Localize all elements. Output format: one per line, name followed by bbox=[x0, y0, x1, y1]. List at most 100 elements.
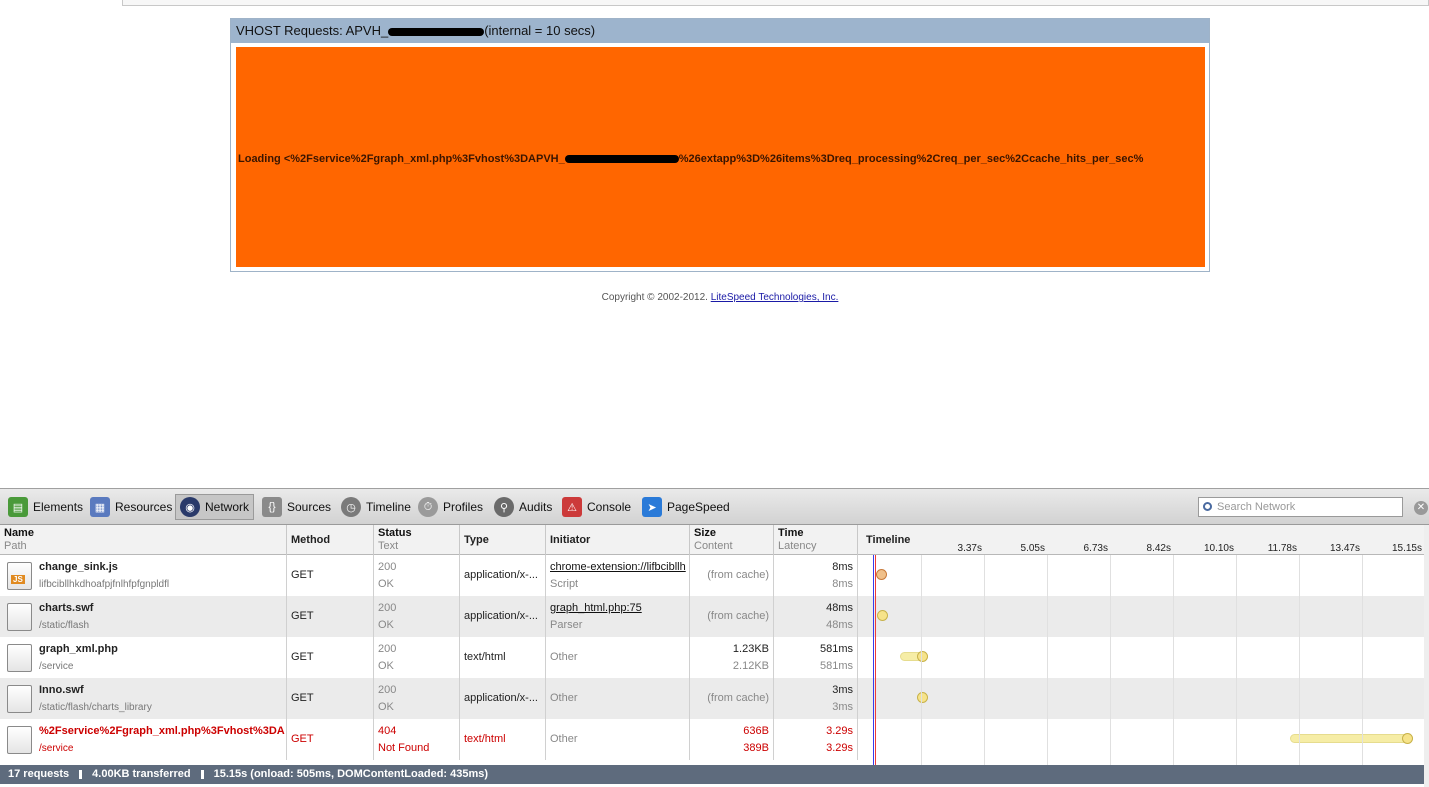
status-code: 200 bbox=[378, 643, 397, 655]
timeline-tick-label: 8.42s bbox=[1146, 543, 1171, 554]
onload-line bbox=[875, 555, 876, 765]
size-cell: 636B 389B bbox=[690, 719, 774, 760]
redaction-mark bbox=[564, 155, 679, 164]
console-icon: ⚠ bbox=[562, 497, 582, 517]
method-cell: GET bbox=[287, 596, 374, 637]
column-method[interactable]: Method bbox=[287, 525, 374, 555]
timeline-tick-label: 11.78s bbox=[1267, 543, 1297, 554]
table-row[interactable]: graph_xml.php/service GET 200 OK text/html Ot… bbox=[0, 637, 1424, 678]
table-row[interactable]: change_sink.js lifbcibllhkdhoafpjfnlhfpfg… bbox=[0, 555, 1424, 596]
size-cell: (from cache) bbox=[690, 678, 774, 719]
initiator-cell: Other bbox=[546, 678, 690, 719]
clear-search-icon[interactable]: ✕ bbox=[1414, 501, 1428, 515]
name-cell[interactable]: Inno.swf/static/flash/charts_library bbox=[0, 678, 287, 719]
header-path: Path bbox=[4, 540, 27, 552]
status-text: OK bbox=[378, 660, 394, 672]
tab-profiles[interactable]: ⏱ Profiles bbox=[414, 494, 487, 520]
initiator-link[interactable]: graph_html.php:75 bbox=[550, 600, 685, 617]
tab-network[interactable]: ◉ Network bbox=[175, 494, 255, 520]
litespeed-link[interactable]: LiteSpeed Technologies, Inc. bbox=[711, 292, 839, 303]
search-placeholder: Search Network bbox=[1217, 501, 1296, 513]
vhost-title-suffix: (internal = 10 secs) bbox=[484, 23, 596, 38]
status-cell: 200 OK bbox=[374, 637, 460, 678]
header-time: Time bbox=[778, 527, 804, 539]
size-value: 636B bbox=[743, 725, 769, 737]
tab-pagespeed[interactable]: ➤ PageSpeed bbox=[638, 494, 734, 520]
latency-value: 581ms bbox=[819, 660, 853, 672]
elements-icon: ▤ bbox=[8, 497, 28, 517]
status-cell: 200 OK bbox=[374, 596, 460, 637]
header-timeline: Timeline bbox=[866, 534, 911, 546]
tab-label: Profiles bbox=[443, 500, 484, 514]
header-type: Type bbox=[464, 534, 489, 546]
header-name: Name bbox=[4, 527, 34, 539]
resource-path: /static/flash/charts_library bbox=[39, 702, 152, 713]
resource-name[interactable]: Inno.swf bbox=[39, 682, 84, 699]
method-cell: GET bbox=[287, 555, 374, 596]
graph-loading-area: Loading <%2Fservice%2Fgraph_xml.php%3Fvh… bbox=[236, 47, 1205, 267]
initiator-link[interactable]: chrome-extension://lifbcibllh bbox=[550, 559, 686, 576]
timeline-gridline bbox=[984, 555, 985, 765]
column-name[interactable]: Name Path bbox=[0, 525, 287, 555]
size-cell: (from cache) bbox=[690, 596, 774, 637]
header-status: Status bbox=[378, 527, 412, 539]
column-type[interactable]: Type bbox=[460, 525, 546, 555]
network-icon: ◉ bbox=[180, 497, 200, 517]
devtools-toolbar: ▤ Elements ▦ Resources ◉ Network {} Sour… bbox=[0, 489, 1429, 525]
table-row[interactable]: %2Fservice%2Fgraph_xml.php%3Fvhost%3DA/s… bbox=[0, 719, 1424, 760]
timeline-gridline bbox=[1047, 555, 1048, 765]
tab-audits[interactable]: ⚲ Audits bbox=[490, 494, 556, 520]
status-code: 200 bbox=[378, 602, 397, 614]
tab-label: PageSpeed bbox=[667, 500, 730, 514]
search-network-input[interactable]: Search Network bbox=[1198, 497, 1403, 517]
status-cell: 404 Not Found bbox=[374, 719, 460, 760]
name-cell[interactable]: change_sink.js lifbcibllhkdhoafpjfnlhfpfg… bbox=[0, 555, 287, 596]
status-code: 200 bbox=[378, 561, 397, 573]
resource-name[interactable]: change_sink.js bbox=[39, 559, 118, 576]
devtools-panel: ▤ Elements ▦ Resources ◉ Network {} Sour… bbox=[0, 488, 1429, 787]
tab-console[interactable]: ⚠ Console bbox=[558, 494, 635, 520]
tab-timeline[interactable]: ◷ Timeline bbox=[337, 494, 415, 520]
tab-resources[interactable]: ▦ Resources bbox=[86, 494, 176, 520]
timeline-bar-end bbox=[876, 569, 887, 580]
file-icon bbox=[7, 603, 32, 631]
file-icon bbox=[7, 644, 32, 672]
column-initiator[interactable]: Initiator bbox=[546, 525, 690, 555]
initiator-cell: Other bbox=[546, 637, 690, 678]
transferred-size: 4.00KB transferred bbox=[92, 768, 191, 780]
time-cell: 3.29s 3.29s bbox=[774, 719, 858, 760]
tab-elements[interactable]: ▤ Elements bbox=[4, 494, 87, 520]
table-row[interactable]: Inno.swf/static/flash/charts_library GET 2… bbox=[0, 678, 1424, 719]
timeline-tick-label: 13.47s bbox=[1329, 543, 1360, 554]
copyright-text: Copyright © 2002-2012. bbox=[601, 292, 708, 303]
timeline-tick-label: 5.05s bbox=[1020, 543, 1045, 554]
size-cell: (from cache) bbox=[690, 555, 774, 596]
name-cell[interactable]: %2Fservice%2Fgraph_xml.php%3Fvhost%3DA/s… bbox=[0, 719, 287, 760]
tab-label: Audits bbox=[519, 500, 553, 514]
timeline-bar-end bbox=[1402, 733, 1413, 744]
table-row[interactable]: charts.swf/static/flash GET 200 OK applicati… bbox=[0, 596, 1424, 637]
status-text: OK bbox=[378, 619, 394, 631]
tab-sources[interactable]: {} Sources bbox=[258, 494, 335, 520]
loading-prefix: Loading <%2Fservice%2Fgraph_xml.php%3Fvh… bbox=[238, 153, 565, 165]
latency-value: 3.29s bbox=[826, 742, 853, 754]
header-status-text: Text bbox=[378, 540, 399, 552]
name-cell[interactable]: graph_xml.php/service bbox=[0, 637, 287, 678]
redaction-mark bbox=[388, 27, 485, 36]
column-status[interactable]: Status Text bbox=[374, 525, 460, 555]
time-value: 8ms bbox=[832, 561, 853, 573]
status-code: 200 bbox=[378, 684, 397, 696]
column-time[interactable]: Time Latency bbox=[774, 525, 858, 555]
column-size[interactable]: Size Content bbox=[690, 525, 774, 555]
address-bar-remnant bbox=[122, 0, 1429, 6]
tab-label: Elements bbox=[33, 500, 84, 514]
timeline-gridline bbox=[921, 555, 922, 765]
vertical-scrollbar[interactable] bbox=[1424, 525, 1429, 787]
status-text: Not Found bbox=[378, 742, 430, 754]
resource-name[interactable]: graph_xml.php bbox=[39, 641, 118, 658]
timeline-bar-end bbox=[877, 610, 888, 621]
timeline-gridline bbox=[1173, 555, 1174, 765]
name-cell[interactable]: charts.swf/static/flash bbox=[0, 596, 287, 637]
resource-name[interactable]: %2Fservice%2Fgraph_xml.php%3Fvhost%3DA bbox=[39, 723, 285, 740]
resource-name[interactable]: charts.swf bbox=[39, 600, 93, 617]
